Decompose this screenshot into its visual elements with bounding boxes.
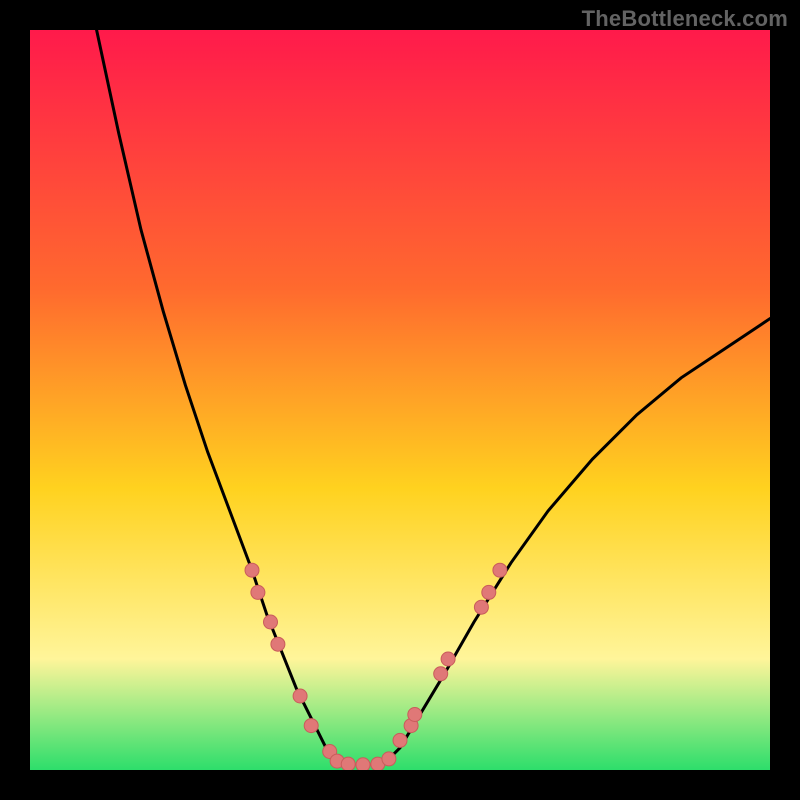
data-marker [341,757,355,770]
data-marker [304,719,318,733]
watermark-text: TheBottleneck.com [582,6,788,32]
data-marker [251,585,265,599]
data-marker [382,752,396,766]
data-marker [356,758,370,770]
data-marker [493,563,507,577]
data-marker [474,600,488,614]
plot-area [30,30,770,770]
data-marker [264,615,278,629]
data-marker [482,585,496,599]
chart-frame: TheBottleneck.com [0,0,800,800]
data-marker [293,689,307,703]
data-marker [245,563,259,577]
data-marker [408,708,422,722]
data-marker [434,667,448,681]
data-marker [271,637,285,651]
data-marker [441,652,455,666]
data-marker [393,733,407,747]
marker-layer [30,30,770,770]
